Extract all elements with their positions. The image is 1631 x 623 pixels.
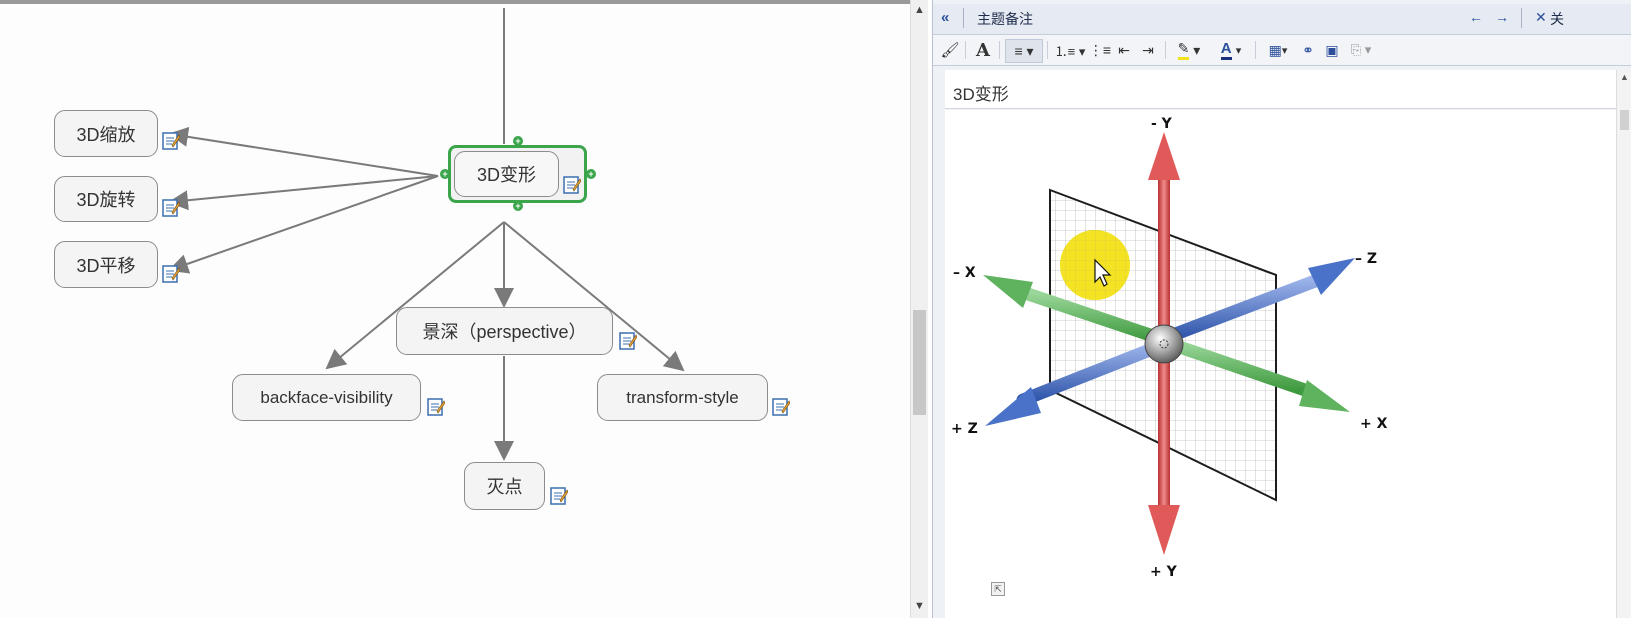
panel-header: « 主题备注 ← → ✕ 关 (933, 4, 1631, 35)
format-painter-icon[interactable]: 🖌 (939, 39, 961, 61)
topic-label: 景深（perspective） (422, 322, 587, 342)
topic-3d-scale[interactable]: 3D缩放 (54, 110, 158, 157)
scroll-up-arrow-icon[interactable]: ▲ (911, 4, 928, 16)
increase-indent-icon[interactable]: ⇥ (1137, 39, 1159, 61)
topic-vanishing-point[interactable]: 灭点 (464, 462, 545, 510)
expand-handle-bottom[interactable]: + (513, 201, 523, 211)
highlight-color-icon[interactable]: ✎ ▾ (1171, 39, 1207, 61)
connector-3d-rotate (168, 175, 439, 211)
y-axis-pos-arrowhead (1148, 505, 1180, 555)
decrease-indent-icon[interactable]: ⇤ (1113, 39, 1135, 61)
topic-3d-rotate[interactable]: 3D旋转 (54, 176, 158, 222)
note-icon[interactable] (162, 131, 180, 151)
note-content[interactable]: - Y + Y – X + X – Z + Z ⇱ (945, 110, 1616, 618)
topic-label: transform-style (626, 387, 739, 407)
z-axis-neg-arrowhead (1308, 258, 1355, 295)
toolbar-divider (965, 41, 966, 59)
insert-object-icon[interactable]: ⎘ ▾ (1345, 39, 1377, 61)
close-label[interactable]: 关 (1550, 9, 1564, 29)
close-icon[interactable]: ✕ (1535, 9, 1547, 26)
header-divider (963, 8, 964, 28)
collapse-panel-icon[interactable]: « (941, 9, 949, 26)
topic-label: backface-visibility (260, 387, 393, 407)
scroll-down-arrow-icon[interactable]: ▼ (911, 600, 928, 612)
arrow-left-icon[interactable]: ← (1469, 9, 1483, 25)
toolbar-divider (999, 41, 1000, 59)
topic-label: 灭点 (486, 477, 523, 497)
font-icon[interactable]: A (971, 39, 995, 61)
central-topic-box[interactable]: 3D变形 (454, 151, 559, 197)
label-neg-x: – X (953, 265, 976, 281)
note-icon[interactable] (550, 486, 568, 506)
expand-handle-left[interactable]: + (440, 169, 450, 179)
link-icon[interactable]: ⚭ (1297, 39, 1319, 61)
expand-handle-right[interactable]: + (586, 169, 596, 179)
note-icon[interactable] (162, 198, 180, 218)
note-icon[interactable] (162, 264, 180, 284)
topic-perspective[interactable]: 景深（perspective） (396, 307, 613, 355)
note-title-bar: 3D变形 (945, 70, 1625, 109)
align-dropdown-icon[interactable]: ≡ ▾ (1005, 39, 1043, 63)
topic-label: 3D旋转 (76, 190, 136, 210)
connector-3d-scale (168, 126, 439, 177)
notes-scrollbar[interactable]: ▲ (1616, 70, 1631, 618)
topic-label: 3D变形 (476, 165, 536, 185)
y-axis-neg-arrowhead (1148, 132, 1180, 180)
label-pos-y: + Y (1150, 564, 1178, 580)
scrollbar-thumb[interactable] (913, 310, 926, 415)
image-icon[interactable]: ▣ (1321, 39, 1343, 61)
header-divider (1521, 8, 1522, 28)
topic-notes-panel: « 主题备注 ← → ✕ 关 🖌 A ≡ ▾ ⒈≡ ▾ ⋮≡ ⇤ ⇥ ✎ ▾ A… (932, 0, 1631, 618)
expand-handle-top[interactable]: + (513, 136, 523, 146)
x-axis-neg-arrowhead (983, 275, 1033, 308)
connector-3d-translate (168, 175, 439, 274)
3d-axes-diagram: - Y + Y – X + X – Z + Z (951, 116, 1388, 580)
label-neg-z: – Z (1355, 251, 1377, 267)
toolbar-divider (1165, 41, 1166, 59)
toolbar-divider (1047, 41, 1048, 59)
label-pos-x: + X (1360, 416, 1388, 432)
note-icon[interactable] (427, 397, 445, 417)
note-title: 3D变形 (953, 85, 1009, 104)
z-axis-pos-arrowhead (985, 387, 1041, 426)
origin-sphere (1144, 324, 1184, 364)
toolbar-divider (1255, 41, 1256, 59)
note-icon[interactable] (772, 397, 790, 417)
mindmap-canvas[interactable]: 3D缩放 3D旋转 3D平移 3D变形 + + + + 景深（perspecti… (0, 0, 910, 618)
bullet-list-icon[interactable]: ⋮≡ (1089, 39, 1111, 61)
note-icon[interactable] (563, 175, 581, 195)
notes-toolbar: 🖌 A ≡ ▾ ⒈≡ ▾ ⋮≡ ⇤ ⇥ ✎ ▾ A ▾ ▦ ▾ ⚭ ▣ ⎘ ▾ (933, 35, 1631, 66)
label-neg-y: - Y (1151, 116, 1173, 132)
x-axis-pos-arrowhead (1299, 380, 1350, 412)
panel-title: 主题备注 (977, 11, 1033, 27)
scroll-up-arrow-icon[interactable]: ▲ (1617, 72, 1631, 82)
topic-label: 3D平移 (76, 255, 136, 276)
table-icon[interactable]: ▦ ▾ (1261, 39, 1295, 61)
topic-label: 3D缩放 (76, 124, 136, 145)
note-icon[interactable] (619, 331, 637, 351)
text-color-icon[interactable]: A ▾ (1213, 39, 1249, 61)
topic-backface-visibility[interactable]: backface-visibility (232, 374, 421, 421)
arrow-right-icon[interactable]: → (1495, 9, 1509, 25)
numbered-list-icon[interactable]: ⒈≡ ▾ (1053, 39, 1087, 61)
label-pos-z: + Z (951, 421, 978, 437)
resize-handle-icon[interactable]: ⇱ (991, 582, 1005, 596)
scrollbar-thumb[interactable] (1620, 110, 1629, 130)
canvas-scrollbar[interactable]: ▲ ▼ (910, 0, 928, 618)
topic-3d-translate[interactable]: 3D平移 (54, 241, 158, 288)
topic-transform-style[interactable]: transform-style (597, 374, 768, 421)
